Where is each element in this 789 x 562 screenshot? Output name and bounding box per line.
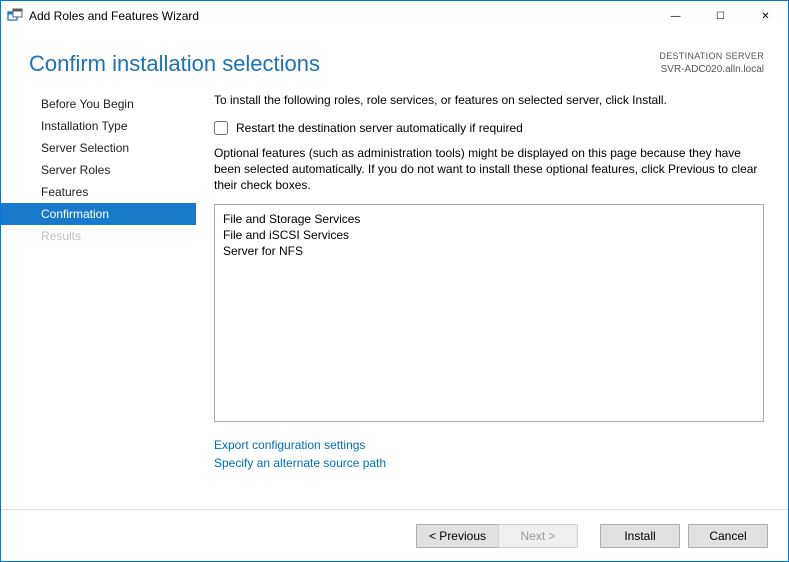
destination-block: DESTINATION SERVER SVR-ADC020.alln.local [659,51,764,76]
next-button: Next > [498,524,578,548]
wizard-window: Add Roles and Features Wizard — ☐ ✕ Conf… [0,0,789,562]
intro-text: To install the following roles, role ser… [214,93,764,107]
header-row: Confirm installation selections DESTINAT… [1,31,788,81]
sidebar-item-results: Results [1,225,196,247]
optional-text: Optional features (such as administratio… [214,145,764,194]
close-button[interactable]: ✕ [743,1,788,31]
sidebar: Before You Begin Installation Type Serve… [1,87,196,509]
window-controls: — ☐ ✕ [653,1,788,31]
export-link[interactable]: Export configuration settings [214,436,764,454]
window-title: Add Roles and Features Wizard [29,9,199,23]
sidebar-item-before-you-begin[interactable]: Before You Begin [1,93,196,115]
selections-tree: File and Storage Services File and iSCSI… [214,204,764,422]
restart-checkbox[interactable] [214,121,228,135]
tree-item: File and Storage Services [223,211,755,227]
app-icon [7,8,23,24]
content: To install the following roles, role ser… [196,87,788,509]
install-button[interactable]: Install [600,524,680,548]
sidebar-item-features[interactable]: Features [1,181,196,203]
sidebar-item-server-selection[interactable]: Server Selection [1,137,196,159]
body: Before You Begin Installation Type Serve… [1,81,788,509]
tree-item: Server for NFS [223,243,755,259]
cancel-button[interactable]: Cancel [688,524,768,548]
minimize-button[interactable]: — [653,1,698,31]
sidebar-item-installation-type[interactable]: Installation Type [1,115,196,137]
sidebar-item-confirmation[interactable]: Confirmation [1,203,196,225]
footer: < Previous Next > Install Cancel [1,509,788,561]
sidebar-item-server-roles[interactable]: Server Roles [1,159,196,181]
previous-button[interactable]: < Previous [416,524,498,548]
restart-checkbox-row[interactable]: Restart the destination server automatic… [214,121,764,135]
destination-label: DESTINATION SERVER [659,51,764,63]
maximize-button[interactable]: ☐ [698,1,743,31]
alt-source-link[interactable]: Specify an alternate source path [214,454,764,472]
destination-server: SVR-ADC020.alln.local [659,63,764,76]
links-block: Export configuration settings Specify an… [214,436,764,472]
page-title: Confirm installation selections [29,51,320,77]
tree-item: File and iSCSI Services [223,227,755,243]
titlebar: Add Roles and Features Wizard — ☐ ✕ [1,1,788,31]
restart-checkbox-label[interactable]: Restart the destination server automatic… [236,121,523,135]
